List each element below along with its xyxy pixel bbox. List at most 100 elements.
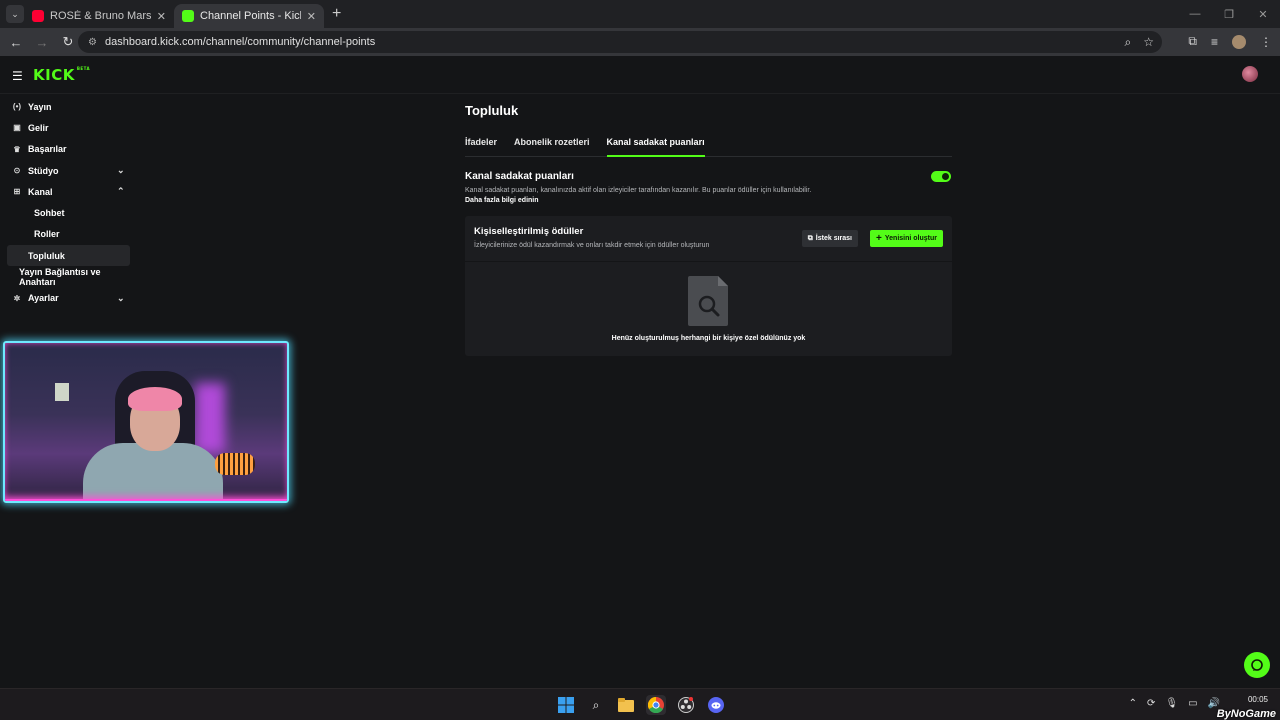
site-header: ☰ KICK BETA [0,56,1280,94]
loyalty-toggle[interactable] [931,171,951,182]
sidebar-item-gelir[interactable]: ▣ Gelir [0,117,135,138]
extensions-icon[interactable]: ⧉ [1188,34,1197,49]
loyalty-description: Kanal sadakat puanları, kanalınızda akti… [465,187,812,194]
reading-list-icon[interactable]: ≡ [1211,35,1218,49]
new-tab-button[interactable]: + [332,5,341,23]
wallet-icon: ▣ [13,123,21,133]
plus-icon: + [876,233,882,244]
browser-tab-kick[interactable]: Channel Points - Kick Dashboa ✕ [174,4,324,28]
chevron-down-icon: ⌄ [117,292,125,303]
address-bar[interactable]: ⚙ dashboard.kick.com/channel/community/c… [78,31,1162,53]
sidebar-item-label: Gelir [28,122,49,133]
sidebar-item-topluluk[interactable]: Topluluk [7,245,130,267]
clock[interactable]: 00:05 [1248,694,1268,705]
request-queue-button[interactable]: ⧉ İstek sırası [801,230,858,247]
windows-start-icon[interactable] [556,695,576,715]
create-reward-button[interactable]: + Yenisini oluştur [870,230,943,247]
sidebar-item-stream-key[interactable]: Yayın Bağlantısı ve Anahtarı [0,266,135,287]
tab-kanal-sadakat-puanlari[interactable]: Kanal sadakat puanları [606,135,705,157]
loyalty-heading: Kanal sadakat puanları [465,171,574,182]
taskbar-apps: ⌕ [556,695,726,715]
streamer-body [83,443,223,501]
sync-icon[interactable]: ⟳ [1147,698,1155,709]
neon-border [5,499,287,501]
community-tabs: İfadeler Abonelik rozetleri Kanal sadaka… [465,135,952,157]
tab-title: Channel Points - Kick Dashboa [200,10,301,22]
sidebar-item-label: Ayarlar [28,293,59,304]
close-icon[interactable]: ✕ [157,10,166,23]
menu-icon[interactable]: ☰ [12,69,23,83]
browser-tab-youtube[interactable]: ROSÉ & Bruno Mars - APT. (Offi ✕ [24,4,174,28]
tab-title: ROSÉ & Bruno Mars - APT. (Offi [50,10,151,22]
sidebar-item-label: Başarılar [28,144,67,155]
support-chat-button[interactable] [1244,652,1270,678]
loyalty-section: Kanal sadakat puanları Kanal sadakat pua… [465,171,952,204]
empty-state: Henüz oluşturulmuş herhangi bir kişiye ö… [465,262,952,356]
external-link-icon: ⧉ [807,234,813,242]
discord-icon[interactable] [706,695,726,715]
window-controls: — ❐ ✕ [1178,0,1280,28]
maximize-button[interactable]: ❐ [1212,8,1246,21]
sidebar-item-studyo[interactable]: ⊙ Stüdyo ⌄ [0,160,135,181]
close-window-button[interactable]: ✕ [1246,8,1280,21]
chat-icon [1251,659,1263,671]
studio-icon: ⊙ [13,166,21,176]
logo-text: KICK [33,66,75,84]
document-search-icon [687,276,728,326]
zoom-icon[interactable]: ⌕ [1125,35,1132,50]
sidebar-item-yayin[interactable]: (•) Yayın [0,96,135,117]
user-avatar[interactable] [1242,66,1258,82]
wall-poster [55,383,69,401]
create-reward-label: Yenisini oluştur [884,235,937,242]
system-tray: ⌃ ⟳ 🎙 ▭ 🔊 [1129,698,1220,709]
chevron-up-icon[interactable]: ⌃ [1129,698,1137,709]
obs-icon[interactable] [676,695,696,715]
sidebar-item-ayarlar[interactable]: ✲ Ayarlar ⌄ [0,288,135,309]
youtube-icon [32,10,44,22]
purple-light [195,383,225,453]
sidebar: (•) Yayın ▣ Gelir ♛ Başarılar ⊙ Stüdyo ⌄… [0,96,135,309]
browser-menu-icon[interactable]: ⋮ [1260,35,1272,49]
webcam-overlay [3,341,289,503]
minimize-button[interactable]: — [1178,8,1212,20]
desk-lamp [215,453,255,475]
search-icon[interactable]: ⌕ [586,695,606,715]
bookmark-star-icon[interactable]: ☆ [1143,35,1154,50]
clock-time: 00:05 [1247,695,1268,704]
profile-avatar[interactable] [1232,34,1246,49]
sidebar-item-roller[interactable]: Roller [6,224,129,245]
kick-logo[interactable]: KICK BETA [33,66,90,84]
custom-rewards-card: Kişiselleştirilmiş ödüller İzleyicilerin… [465,216,952,356]
sidebar-item-basarilar[interactable]: ♛ Başarılar [0,139,135,160]
url-text: dashboard.kick.com/channel/community/cha… [104,36,376,48]
trophy-icon: ♛ [13,144,21,154]
chrome-icon[interactable] [646,695,666,715]
sidebar-item-sohbet[interactable]: Sohbet [6,202,129,223]
sidebar-item-label: Kanal [28,186,53,197]
page-title: Topluluk [465,103,519,118]
main-content: Topluluk İfadeler Abonelik rozetleri Kan… [465,96,952,356]
broadcast-icon: (•) [12,102,22,112]
back-button[interactable]: ← [4,35,28,50]
chevron-up-icon: ⌃ [117,186,125,197]
tab-ifadeler[interactable]: İfadeler [465,135,497,157]
sidebar-item-kanal[interactable]: ⊞ Kanal ⌃ [0,181,135,202]
forward-button[interactable]: → [30,35,54,50]
chevron-down-icon: ⌄ [117,165,125,176]
learn-more-link[interactable]: Daha fazla bilgi edinin [465,197,952,204]
file-explorer-icon[interactable] [616,695,636,715]
watermark: ByNoGame [1216,708,1276,720]
browser-tab-strip: ⌄ ROSÉ & Bruno Mars - APT. (Offi ✕ Chann… [0,0,1280,28]
site-info-icon[interactable]: ⚙ [88,37,97,48]
tab-abonelik-rozetleri[interactable]: Abonelik rozetleri [514,135,590,157]
tab-search-button[interactable]: ⌄ [6,5,24,23]
extensions-area: ⧉ ≡ ⋮ [1188,34,1272,49]
streamer-hair [128,387,182,411]
close-icon[interactable]: ✕ [307,10,316,23]
microphone-icon[interactable]: 🎙 [1165,698,1178,709]
network-icon[interactable]: ▭ [1188,698,1197,709]
reload-button[interactable]: ↻ [56,34,80,50]
request-queue-label: İstek sırası [815,235,852,242]
gear-icon: ✲ [13,293,21,303]
sidebar-item-label: Yayın [28,101,52,112]
